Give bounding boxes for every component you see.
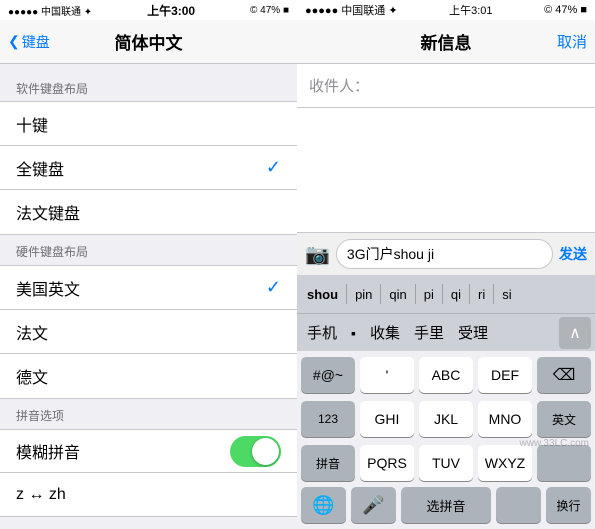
divider-2 xyxy=(415,284,416,304)
fawen-label: 法文键盘 xyxy=(16,200,281,224)
software-section-header: 软件键盘布局 xyxy=(0,72,297,101)
key-pqrs[interactable]: PQRS xyxy=(360,445,414,481)
left-time: 上午3:00 xyxy=(147,2,195,19)
candidate-word-4[interactable]: 受理 xyxy=(452,318,494,347)
delete-key[interactable]: ⌫ xyxy=(537,357,591,393)
list-item-fawen-hw[interactable]: 法文 xyxy=(0,310,297,354)
left-nav-title: 简体中文 xyxy=(115,29,183,54)
fuzzy-pinyin-label: 模糊拼音 xyxy=(16,439,230,463)
key-def[interactable]: DEF xyxy=(478,357,532,393)
list-item-shijian[interactable]: 十键 xyxy=(0,102,297,146)
key-mic[interactable]: 🎤 xyxy=(351,487,396,523)
pinyin-section-header: 拼音选项 xyxy=(0,399,297,428)
candidate-word-0[interactable]: 手机 xyxy=(301,318,343,347)
to-label: 收件人： xyxy=(309,75,369,96)
fuzzy-pinyin-toggle[interactable] xyxy=(230,436,281,467)
pinyin-word-2[interactable]: qin xyxy=(383,283,412,306)
key-space-empty[interactable] xyxy=(496,487,541,523)
left-status-bar: ●●●●● 中国联通 ✦ 上午3:00 © 47% ■ xyxy=(0,0,297,20)
candidate-emoji[interactable]: ▪ xyxy=(345,321,362,345)
key-globe[interactable]: 🌐 xyxy=(301,487,346,523)
key-tuv[interactable]: TUV xyxy=(419,445,473,481)
message-nav-bar: 新信息 取消 xyxy=(297,20,595,64)
pinyin-word-4[interactable]: qi xyxy=(445,283,467,306)
key-special[interactable]: #@~ xyxy=(301,357,355,393)
key-select-pinyin[interactable]: 选拼音 xyxy=(401,487,491,523)
divider-3 xyxy=(442,284,443,304)
back-button[interactable]: ❮ 键盘 xyxy=(8,32,50,52)
back-label[interactable]: 键盘 xyxy=(22,32,50,52)
keyboard-row-4: 🌐 🎤 选拼音 换行 xyxy=(297,483,595,529)
gap2: 硬件键盘布局 xyxy=(0,235,297,265)
divider-0 xyxy=(346,284,347,304)
divider-5 xyxy=(493,284,494,304)
left-battery: © 47% ■ xyxy=(250,5,289,16)
key-123[interactable]: 123 xyxy=(301,401,355,437)
meiguo-label: 美国英文 xyxy=(16,276,266,300)
list-item-quanjianpan[interactable]: 全键盘 ✓ xyxy=(0,146,297,190)
keyboard-row-3: 拼音 PQRS TUV WXYZ xyxy=(297,439,595,483)
key-mno[interactable]: MNO xyxy=(478,401,532,437)
right-battery: © 47% ■ xyxy=(544,4,587,16)
pinyin-word-0[interactable]: shou xyxy=(301,283,344,306)
left-signal: ●●●●● 中国联通 ✦ xyxy=(8,3,92,18)
hardware-keyboard-list: 美国英文 ✓ 法文 德文 xyxy=(0,265,297,399)
zh-subitem-label: z ↔ zh xyxy=(16,486,66,504)
divider-4 xyxy=(469,284,470,304)
key-return[interactable]: 换行 xyxy=(546,487,591,523)
candidate-word-3[interactable]: 手里 xyxy=(408,318,450,347)
key-pinyin[interactable]: 拼音 xyxy=(301,445,355,481)
meiguo-check: ✓ xyxy=(266,277,281,298)
quanjianpan-label: 全键盘 xyxy=(16,156,266,180)
candidate-row: 手机 ▪ 收集 手里 受理 ∧ xyxy=(297,313,595,351)
dewen-label: 德文 xyxy=(16,364,281,388)
pinyin-word-6[interactable]: si xyxy=(496,283,517,306)
right-signal: ●●●●● 中国联通 ✦ xyxy=(305,2,398,18)
pinyin-word-1[interactable]: pin xyxy=(349,283,378,306)
candidate-word-2[interactable]: 收集 xyxy=(364,318,406,347)
key-ghi[interactable]: GHI xyxy=(360,401,414,437)
key-apostrophe[interactable]: ' xyxy=(360,357,414,393)
recipient-bar: 收件人： xyxy=(297,64,595,108)
quanjianpan-check: ✓ xyxy=(266,157,281,178)
message-body xyxy=(297,108,595,232)
right-time: 上午3:01 xyxy=(449,2,492,18)
camera-icon[interactable]: 📷 xyxy=(305,242,330,267)
fawen-hw-label: 法文 xyxy=(16,320,281,344)
key-yingwen[interactable]: 英文 xyxy=(537,401,591,437)
list-item-dewen[interactable]: 德文 xyxy=(0,354,297,398)
keyboard-row-2: 123 GHI JKL MNO 英文 xyxy=(297,395,595,439)
pinyin-word-3[interactable]: pi xyxy=(418,283,440,306)
key-abc[interactable]: ABC xyxy=(419,357,473,393)
key-wxyz[interactable]: WXYZ xyxy=(478,445,532,481)
pinyin-suggestions-row: shou pin qin pi qi ri si xyxy=(297,275,595,313)
right-panel: ●●●●● 中国联通 ✦ 上午3:01 © 47% ■ 新信息 取消 收件人： … xyxy=(297,0,595,529)
divider-1 xyxy=(380,284,381,304)
pinyin-word-5[interactable]: ri xyxy=(472,283,491,306)
software-keyboard-list: 十键 全键盘 ✓ 法文键盘 xyxy=(0,101,297,235)
key-jkl[interactable]: JKL xyxy=(419,401,473,437)
hardware-section-header: 硬件键盘布局 xyxy=(0,235,297,264)
left-nav-bar: ❮ 键盘 简体中文 xyxy=(0,20,297,64)
list-item-meiguo[interactable]: 美国英文 ✓ xyxy=(0,266,297,310)
candidate-expand-button[interactable]: ∧ xyxy=(559,317,591,349)
right-status-bar: ●●●●● 中国联通 ✦ 上午3:01 © 47% ■ xyxy=(297,0,595,20)
gap1 xyxy=(0,64,297,72)
zh-subitem[interactable]: z ↔ zh xyxy=(0,473,297,517)
key-empty[interactable] xyxy=(537,445,591,481)
input-area: 📷 3G门户shou ji 发送 xyxy=(297,232,595,275)
message-input[interactable]: 3G门户shou ji xyxy=(336,239,553,269)
gap3: 拼音选项 xyxy=(0,399,297,429)
shijian-label: 十键 xyxy=(16,112,281,136)
fuzzy-pinyin-toggle-row: 模糊拼音 xyxy=(0,429,297,473)
send-button[interactable]: 发送 xyxy=(559,244,587,264)
left-panel: ●●●●● 中国联通 ✦ 上午3:00 © 47% ■ ❮ 键盘 简体中文 软件… xyxy=(0,0,297,529)
back-chevron-icon: ❮ xyxy=(8,33,20,50)
cancel-button[interactable]: 取消 xyxy=(557,31,587,52)
message-nav-title: 新信息 xyxy=(421,29,472,54)
list-item-fawen[interactable]: 法文键盘 xyxy=(0,190,297,234)
typed-text: 3G门户shou ji xyxy=(347,244,434,264)
keyboard-row-1: #@~ ' ABC DEF ⌫ xyxy=(297,351,595,395)
